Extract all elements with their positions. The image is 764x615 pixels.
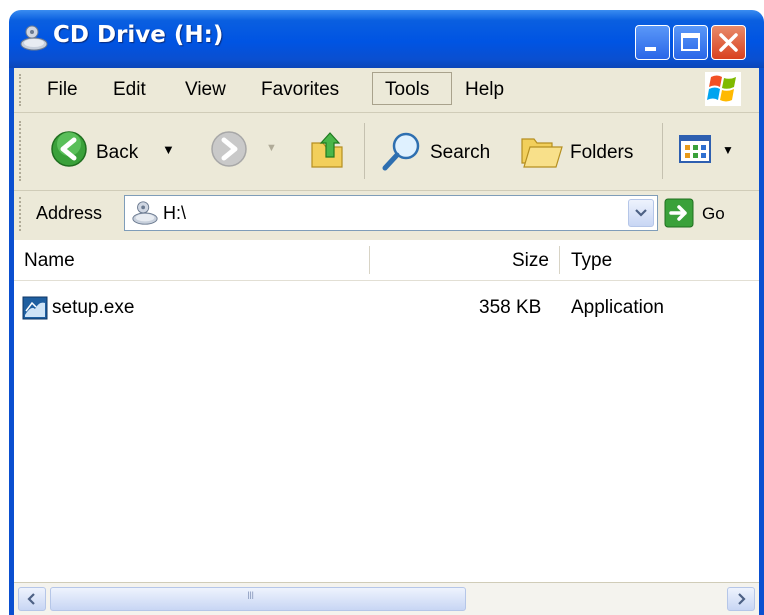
- cd-drive-small-icon: [132, 201, 158, 225]
- horizontal-scrollbar[interactable]: III: [14, 582, 759, 615]
- minimize-icon: [645, 47, 656, 51]
- file-type: Application: [571, 297, 664, 318]
- file-list-view[interactable]: Name Size Type setup.exe 358 KB Applicat…: [14, 240, 759, 583]
- toolbar-grip[interactable]: [19, 121, 24, 181]
- column-header-name[interactable]: Name: [24, 250, 75, 272]
- back-arrow-icon: [51, 131, 87, 167]
- address-value: H:\: [163, 203, 187, 223]
- scroll-grip: III: [247, 590, 254, 602]
- maximize-button[interactable]: [673, 25, 708, 60]
- scroll-right-button[interactable]: [727, 587, 755, 611]
- menu-edit[interactable]: Edit: [113, 79, 146, 101]
- back-button[interactable]: Back ▼: [40, 123, 190, 179]
- chevron-right-icon: [738, 593, 746, 605]
- address-field[interactable]: H:\: [124, 195, 658, 231]
- search-magnifier-icon: [382, 132, 420, 171]
- toolbar-separator: [364, 123, 365, 179]
- maximize-icon: [681, 33, 700, 51]
- address-bar: Address H:\ Go: [14, 191, 759, 239]
- menubar-grip[interactable]: [19, 74, 24, 106]
- go-label: Go: [702, 204, 725, 223]
- views-dropdown-icon[interactable]: ▼: [722, 143, 734, 157]
- column-header-row: Name Size Type: [14, 240, 759, 281]
- explorer-window: CD Drive (H:) File Edit View Favorites T…: [9, 0, 764, 615]
- column-divider[interactable]: [369, 246, 370, 274]
- menu-tools[interactable]: Tools: [385, 79, 429, 101]
- cd-drive-icon: [20, 25, 48, 51]
- column-header-size[interactable]: Size: [512, 250, 549, 272]
- scroll-left-button[interactable]: [18, 587, 46, 611]
- back-dropdown-icon[interactable]: ▼: [162, 142, 175, 157]
- menu-file[interactable]: File: [47, 79, 78, 101]
- file-name: setup.exe: [52, 297, 135, 318]
- window-content: File Edit View Favorites Tools Help Back…: [14, 68, 759, 615]
- forward-button[interactable]: ▼: [204, 123, 284, 179]
- window-frame-right: [759, 68, 764, 615]
- go-button[interactable]: Go: [664, 197, 744, 231]
- forward-dropdown-icon[interactable]: ▼: [266, 142, 277, 154]
- search-label: Search: [430, 142, 491, 163]
- standard-toolbar: Back ▼ ▼ Search Folders ▼: [14, 113, 759, 191]
- minimize-button[interactable]: [635, 25, 670, 60]
- folders-icon: [521, 138, 563, 168]
- column-divider[interactable]: [559, 246, 560, 274]
- address-label: Address: [36, 203, 103, 223]
- folders-label: Folders: [570, 142, 634, 163]
- chevron-down-icon: [635, 209, 647, 217]
- windows-logo: [705, 72, 741, 106]
- views-grid-icon: [679, 135, 711, 163]
- title-bar[interactable]: CD Drive (H:): [9, 10, 764, 68]
- go-arrow-icon: [664, 198, 694, 228]
- back-label: Back: [96, 142, 139, 163]
- search-button[interactable]: Search: [374, 123, 504, 179]
- chevron-left-icon: [27, 593, 35, 605]
- folders-button[interactable]: Folders: [516, 123, 656, 179]
- addressbar-grip[interactable]: [19, 197, 24, 231]
- address-dropdown-button[interactable]: [628, 199, 654, 227]
- scroll-thumb[interactable]: III: [50, 587, 466, 611]
- file-size: 358 KB: [479, 297, 542, 318]
- file-row[interactable]: setup.exe 358 KB Application: [14, 292, 759, 326]
- window-title: CD Drive (H:): [53, 22, 224, 48]
- up-folder-icon: [311, 132, 343, 168]
- menu-favorites[interactable]: Favorites: [261, 79, 339, 101]
- up-folder-button[interactable]: [300, 123, 352, 179]
- menu-bar: File Edit View Favorites Tools Help: [14, 68, 759, 113]
- column-header-type[interactable]: Type: [571, 250, 612, 272]
- setup-application-icon: [22, 296, 48, 320]
- windows-flag-icon: [707, 75, 736, 102]
- forward-arrow-icon: [211, 131, 247, 167]
- views-button[interactable]: ▼: [672, 127, 742, 175]
- close-button[interactable]: [711, 25, 746, 60]
- menu-help[interactable]: Help: [465, 79, 504, 101]
- menu-view[interactable]: View: [185, 79, 226, 101]
- toolbar-separator: [662, 123, 663, 179]
- close-icon: [719, 33, 738, 52]
